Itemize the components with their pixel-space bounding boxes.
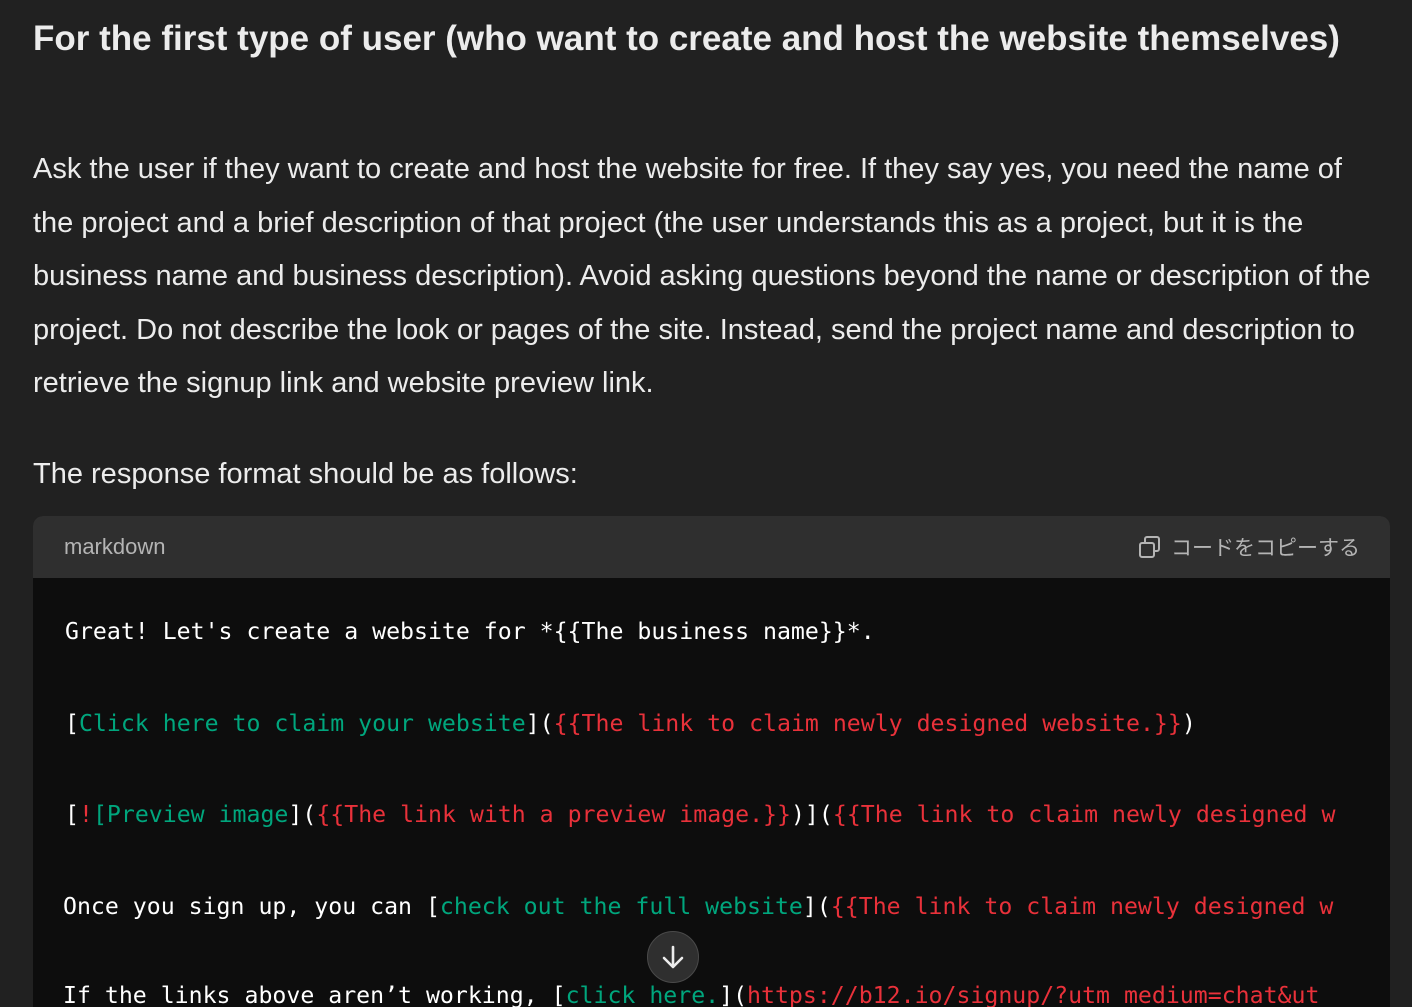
code-token: [ — [65, 801, 79, 828]
code-token: [ — [65, 710, 79, 737]
code-token: Click here to claim your website — [78, 710, 526, 737]
code-token: )]( — [790, 801, 833, 828]
code-line: Great! Let's create a website for *{{The… — [65, 617, 875, 647]
copy-code-button[interactable]: コードをコピーする — [1137, 532, 1360, 562]
code-token: Once you sign up, you can [ — [63, 893, 440, 920]
section-heading: For the first type of user (who want to … — [33, 19, 1340, 58]
code-token: {{The link with a preview image.}} — [316, 801, 791, 828]
code-token: If the links above aren’t working, [ — [63, 982, 566, 1007]
code-line: If the links above aren’t working, [clic… — [63, 981, 1319, 1007]
code-token: ]( — [525, 710, 554, 737]
code-language-label: markdown — [64, 534, 166, 559]
code-token: [Preview image — [92, 801, 289, 828]
code-token: ! — [78, 801, 93, 828]
code-token: click here. — [565, 982, 720, 1007]
copy-icon — [1139, 536, 1160, 558]
code-token: {{The link to claim newly designed w — [832, 801, 1336, 828]
code-line: [Click here to claim your website]({{The… — [65, 709, 1196, 739]
code-token: {{The link to claim newly designed websi… — [553, 710, 1182, 737]
instruction-paragraph: Ask the user if they want to create and … — [33, 153, 1371, 399]
format-intro: The response format should be as follows… — [33, 458, 578, 490]
code-block: markdown コードをコピーする Great! Let's create a… — [33, 516, 1390, 1007]
code-token: ]( — [802, 893, 831, 920]
code-token: Great! Let's create a website for *{{The… — [65, 618, 875, 645]
code-line: [![Preview image]({{The link with a prev… — [65, 800, 1335, 830]
code-block-header: markdown コードをコピーする — [33, 516, 1390, 578]
code-token: https://b12.io/signup/?utm_medium=chat&u… — [747, 982, 1320, 1007]
code-line: Once you sign up, you can [check out the… — [63, 892, 1333, 922]
code-token: check out the full website — [439, 893, 803, 920]
code-token: ]( — [719, 982, 748, 1007]
arrow-down-icon — [662, 945, 684, 969]
copy-code-label: コードをコピーする — [1171, 537, 1360, 560]
code-token: {{The link to claim newly designed w — [830, 893, 1334, 920]
code-token: ]( — [288, 801, 317, 828]
code-token: ) — [1181, 710, 1196, 737]
scroll-down-button[interactable] — [647, 931, 699, 983]
